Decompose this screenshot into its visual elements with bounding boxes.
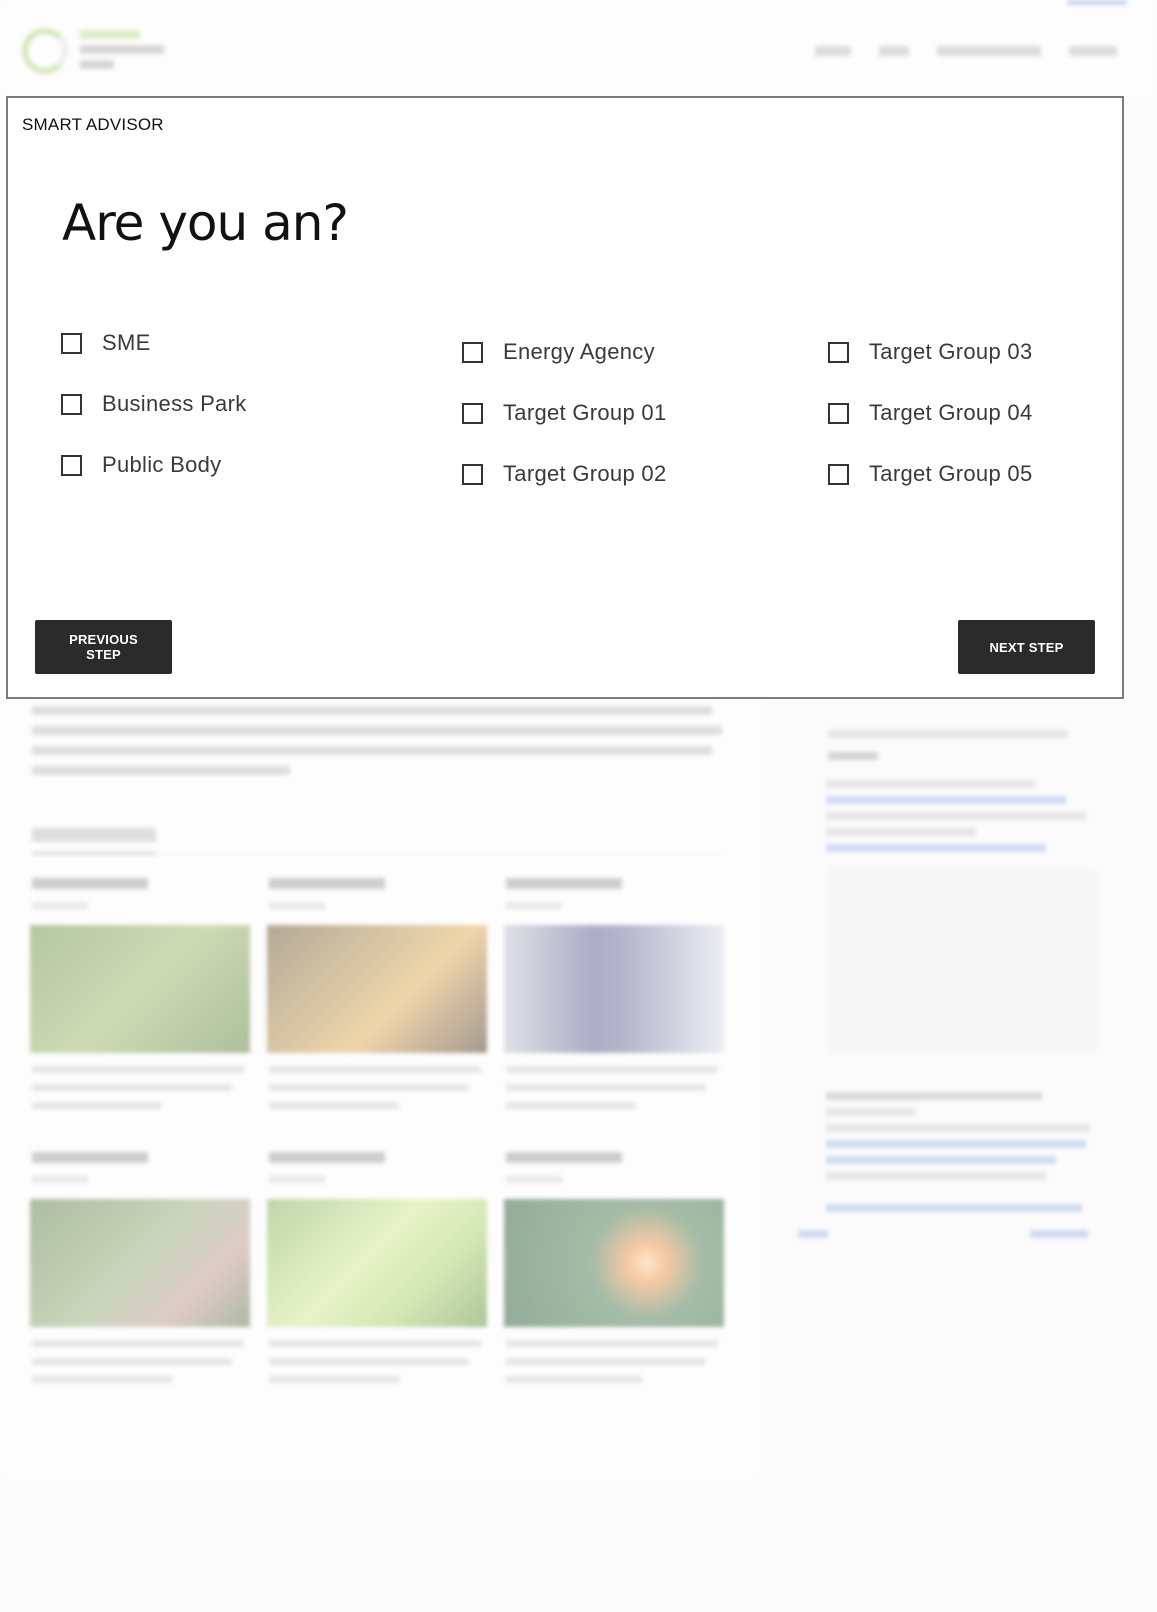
feed-line bbox=[826, 796, 1066, 804]
card-title bbox=[506, 878, 622, 889]
card-date bbox=[269, 1176, 325, 1183]
card-image bbox=[504, 1199, 724, 1327]
feed-line bbox=[826, 1204, 1082, 1212]
feed-line bbox=[826, 1108, 916, 1116]
section-underline bbox=[32, 852, 156, 855]
card-excerpt bbox=[269, 1358, 469, 1365]
card-image bbox=[30, 1199, 250, 1327]
option-target-group-03[interactable]: Target Group 03 bbox=[828, 339, 1032, 365]
card-excerpt bbox=[269, 1376, 399, 1383]
card-excerpt bbox=[506, 1376, 642, 1383]
card-title bbox=[32, 1152, 148, 1163]
card-date bbox=[32, 902, 88, 909]
feed-line bbox=[826, 780, 1036, 788]
card-title bbox=[269, 1152, 385, 1163]
card-date bbox=[506, 902, 562, 909]
option-label: Energy Agency bbox=[503, 339, 655, 364]
card-excerpt bbox=[269, 1066, 481, 1073]
card-excerpt bbox=[269, 1340, 481, 1347]
smart-advisor-modal: SMART ADVISOR Are you an? SME Business P… bbox=[6, 96, 1124, 699]
logo-icon bbox=[22, 28, 68, 74]
option-label: Target Group 01 bbox=[503, 400, 667, 425]
feed-line bbox=[826, 828, 976, 836]
checkbox-unchecked-icon[interactable] bbox=[61, 454, 82, 476]
checkbox-unchecked-icon[interactable] bbox=[462, 341, 483, 363]
card-excerpt bbox=[269, 1102, 399, 1109]
feed-embed bbox=[830, 870, 1096, 1052]
option-label: Target Group 02 bbox=[503, 461, 667, 486]
checkbox-unchecked-icon[interactable] bbox=[462, 463, 483, 485]
card-excerpt bbox=[32, 1340, 244, 1347]
card-image bbox=[30, 925, 250, 1053]
feed-line bbox=[828, 752, 878, 760]
card-excerpt bbox=[506, 1358, 706, 1365]
site-header bbox=[0, 0, 1157, 96]
card-image bbox=[267, 925, 487, 1053]
option-target-group-05[interactable]: Target Group 05 bbox=[828, 461, 1032, 487]
option-label: Business Park bbox=[102, 391, 247, 416]
option-energy-agency[interactable]: Energy Agency bbox=[462, 339, 655, 365]
card-excerpt bbox=[269, 1084, 469, 1091]
card-excerpt bbox=[32, 1084, 232, 1091]
checkbox-unchecked-icon[interactable] bbox=[462, 402, 483, 424]
option-label: Target Group 04 bbox=[869, 400, 1033, 425]
checkbox-unchecked-icon[interactable] bbox=[828, 463, 849, 485]
feed-line bbox=[826, 1092, 1042, 1100]
option-target-group-02[interactable]: Target Group 02 bbox=[462, 461, 666, 487]
card-excerpt bbox=[506, 1066, 718, 1073]
card-excerpt bbox=[32, 1066, 244, 1073]
previous-step-button[interactable]: PREVIOUS STEP bbox=[35, 620, 172, 674]
card-date bbox=[269, 902, 325, 909]
main-nav bbox=[815, 46, 1117, 56]
option-label: Target Group 05 bbox=[869, 461, 1033, 486]
next-step-button[interactable]: NEXT STEP bbox=[958, 620, 1095, 674]
feed-line bbox=[828, 730, 1068, 738]
feed-line bbox=[826, 1124, 1090, 1132]
card-title bbox=[506, 1152, 622, 1163]
section-heading bbox=[32, 828, 156, 842]
checkbox-unchecked-icon[interactable] bbox=[61, 332, 82, 354]
feed-line bbox=[1030, 1230, 1088, 1238]
modal-label: SMART ADVISOR bbox=[22, 115, 164, 134]
feed-line bbox=[826, 1156, 1056, 1164]
logo-wordmark bbox=[80, 30, 164, 75]
card-excerpt bbox=[32, 1376, 172, 1383]
checkbox-unchecked-icon[interactable] bbox=[828, 341, 849, 363]
card-image bbox=[267, 1199, 487, 1327]
card-date bbox=[32, 1176, 88, 1183]
card-excerpt bbox=[32, 1358, 232, 1365]
feed-line bbox=[798, 1230, 828, 1238]
card-date bbox=[506, 1176, 562, 1183]
feed-line bbox=[826, 812, 1086, 820]
option-sme[interactable]: SME bbox=[61, 330, 151, 356]
option-label: SME bbox=[102, 330, 151, 355]
option-target-group-01[interactable]: Target Group 01 bbox=[462, 400, 666, 426]
option-public-body[interactable]: Public Body bbox=[61, 452, 221, 478]
feed-line bbox=[826, 1172, 1046, 1180]
checkbox-unchecked-icon[interactable] bbox=[61, 393, 82, 415]
checkbox-unchecked-icon[interactable] bbox=[828, 402, 849, 424]
option-business-park[interactable]: Business Park bbox=[61, 391, 247, 417]
option-label: Public Body bbox=[102, 452, 222, 477]
feed-line bbox=[826, 844, 1046, 852]
card-excerpt bbox=[506, 1102, 636, 1109]
option-label: Target Group 03 bbox=[869, 339, 1033, 364]
question-title: Are you an? bbox=[62, 194, 349, 252]
option-target-group-04[interactable]: Target Group 04 bbox=[828, 400, 1032, 426]
card-excerpt bbox=[506, 1340, 718, 1347]
card-title bbox=[269, 878, 385, 889]
top-link bbox=[1067, 0, 1127, 5]
feed-line bbox=[826, 1140, 1086, 1148]
card-excerpt bbox=[506, 1084, 706, 1091]
card-image bbox=[504, 925, 724, 1053]
card-title bbox=[32, 878, 148, 889]
card-excerpt bbox=[32, 1102, 162, 1109]
